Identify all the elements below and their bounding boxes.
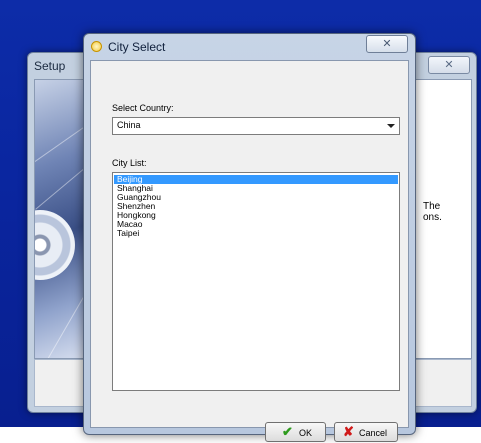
circle-icon — [91, 41, 102, 52]
setup-text-fragment-1: The — [423, 201, 441, 212]
checkmark-icon: ✔ — [282, 424, 293, 439]
list-item-shenzhen[interactable]: Shenzhen — [114, 202, 398, 211]
city-select-dialog: City Select ✕ Select Country: China City… — [83, 33, 416, 442]
country-select-value: China — [117, 120, 141, 130]
list-item-taipei[interactable]: Taipei — [114, 229, 398, 238]
ok-button-label: OK — [299, 428, 313, 438]
setup-window-title: Setup — [34, 59, 66, 73]
dialog-title: City Select — [108, 40, 166, 54]
city-list-label: City List: — [112, 158, 147, 168]
dialog-close-button[interactable]: ✕ — [366, 35, 408, 53]
list-item-hongkong[interactable]: Hongkong — [114, 211, 398, 220]
x-icon: ✘ — [343, 424, 354, 439]
country-label: Select Country: — [112, 103, 174, 113]
cd-disc-icon — [35, 210, 75, 280]
setup-close-button[interactable]: ✕ — [428, 56, 470, 74]
city-listbox[interactable]: Beijing Shanghai Guangzhou Shenzhen Hong… — [112, 172, 400, 391]
setup-text-fragment-2: ons. — [423, 212, 442, 223]
setup-cd-artwork — [35, 80, 87, 358]
dialog-content: Select Country: China City List: Beijing… — [90, 60, 409, 442]
list-item-macao[interactable]: Macao — [114, 220, 398, 229]
list-item-guangzhou[interactable]: Guangzhou — [114, 193, 398, 202]
cancel-button-label: Cancel — [359, 428, 388, 438]
list-item-beijing[interactable]: Beijing — [114, 175, 398, 184]
country-select[interactable]: China — [112, 117, 400, 135]
cancel-button[interactable]: ✘ Cancel — [334, 422, 398, 442]
ok-button[interactable]: ✔ OK — [265, 422, 326, 442]
chevron-down-icon[interactable] — [387, 124, 395, 128]
